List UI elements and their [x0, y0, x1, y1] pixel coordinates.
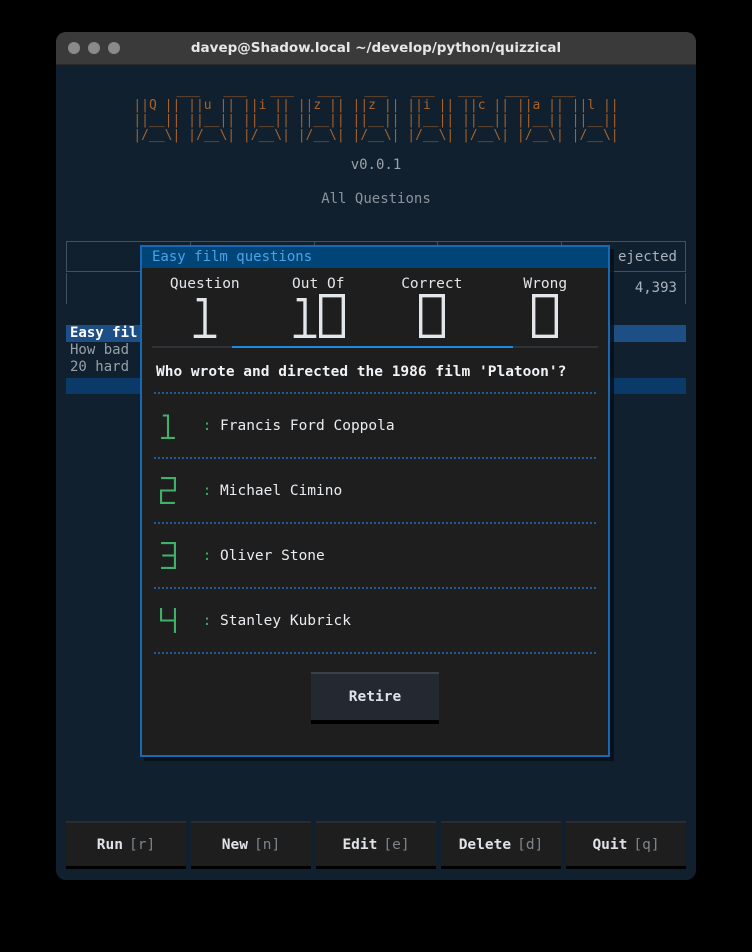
stat-wrong-label: Wrong: [523, 276, 568, 292]
answer-separator: :: [202, 417, 212, 434]
question-text: Who wrote and directed the 1986 film 'Pl…: [156, 364, 567, 380]
delete-button-key: [d]: [517, 836, 544, 853]
page-title: All Questions: [321, 191, 431, 207]
new-button-label: New: [221, 836, 248, 853]
answer-option-3[interactable]: : Oliver Stone: [154, 522, 596, 587]
stat-question-value: [148, 294, 262, 342]
answer-option-1[interactable]: : Francis Ford Coppola: [154, 392, 596, 457]
new-button-key: [n]: [254, 836, 281, 853]
modal-title: Easy film questions: [142, 247, 608, 268]
run-button-key: [r]: [129, 836, 156, 853]
window-title: davep@Shadow.local ~/develop/python/quiz…: [190, 40, 562, 56]
answer-text-4: Stanley Kubrick: [220, 612, 351, 629]
edit-button-key: [e]: [383, 836, 410, 853]
version-label: v0.0.1: [350, 157, 402, 173]
new-button[interactable]: New [n]: [191, 821, 311, 869]
app-body: ___ ___ ___ ___ ___ ___ ___ ___ ___ ||Q …: [56, 65, 696, 880]
stats-divider: [152, 346, 598, 348]
run-button-label: Run: [96, 836, 123, 853]
stat-wrong: Wrong: [489, 276, 603, 342]
edit-button[interactable]: Edit [e]: [316, 821, 436, 869]
quit-button[interactable]: Quit [q]: [566, 821, 686, 869]
footer-bar: Run [r] New [n] Edit [e] Delete [d] Quit…: [56, 821, 696, 869]
stat-correct-value: [375, 294, 489, 342]
terminal-window: davep@Shadow.local ~/develop/python/quiz…: [56, 32, 696, 880]
stat-out-of-label: Out Of: [292, 276, 345, 292]
stat-wrong-value: [489, 294, 603, 342]
traffic-lights: [56, 42, 120, 54]
answer-separator: :: [202, 482, 212, 499]
retire-button-wrap: Retire: [142, 672, 608, 724]
answer-number-4: [160, 607, 194, 634]
stats-divider-thumb: [232, 346, 514, 348]
stat-question: Question: [148, 276, 262, 342]
window-titlebar[interactable]: davep@Shadow.local ~/develop/python/quiz…: [56, 32, 696, 65]
quiz-modal: Easy film questions Question Out Of Corr…: [140, 245, 610, 757]
answer-separator: :: [202, 547, 212, 564]
answers-list[interactable]: : Francis Ford Coppola : Michael Cimino …: [142, 392, 608, 654]
answer-number-1: [160, 412, 194, 439]
stats-strip: Question Out Of Correct Wrong: [142, 268, 608, 342]
answer-text-3: Oliver Stone: [220, 547, 325, 564]
answer-option-4[interactable]: : Stanley Kubrick: [154, 587, 596, 654]
stat-out-of-value: [262, 294, 376, 342]
answer-separator: :: [202, 612, 212, 629]
retire-button[interactable]: Retire: [311, 672, 439, 724]
answer-option-2[interactable]: : Michael Cimino: [154, 457, 596, 522]
stat-correct: Correct: [375, 276, 489, 342]
stat-correct-label: Correct: [401, 276, 463, 292]
stat-out-of: Out Of: [262, 276, 376, 342]
edit-button-label: Edit: [342, 836, 378, 853]
zoom-dot-icon[interactable]: [108, 42, 120, 54]
answer-number-2: [160, 477, 194, 504]
minimize-dot-icon[interactable]: [88, 42, 100, 54]
quit-button-key: [q]: [633, 836, 660, 853]
run-button[interactable]: Run [r]: [66, 821, 186, 869]
stat-question-label: Question: [169, 276, 240, 292]
close-dot-icon[interactable]: [68, 42, 80, 54]
quit-button-label: Quit: [592, 836, 628, 853]
delete-button-label: Delete: [458, 836, 512, 853]
delete-button[interactable]: Delete [d]: [441, 821, 561, 869]
quizzical-ascii-logo: ___ ___ ___ ___ ___ ___ ___ ___ ___ ||Q …: [133, 83, 619, 143]
answer-text-2: Michael Cimino: [220, 482, 343, 499]
answer-text-1: Francis Ford Coppola: [220, 417, 395, 434]
answer-number-3: [160, 542, 194, 569]
